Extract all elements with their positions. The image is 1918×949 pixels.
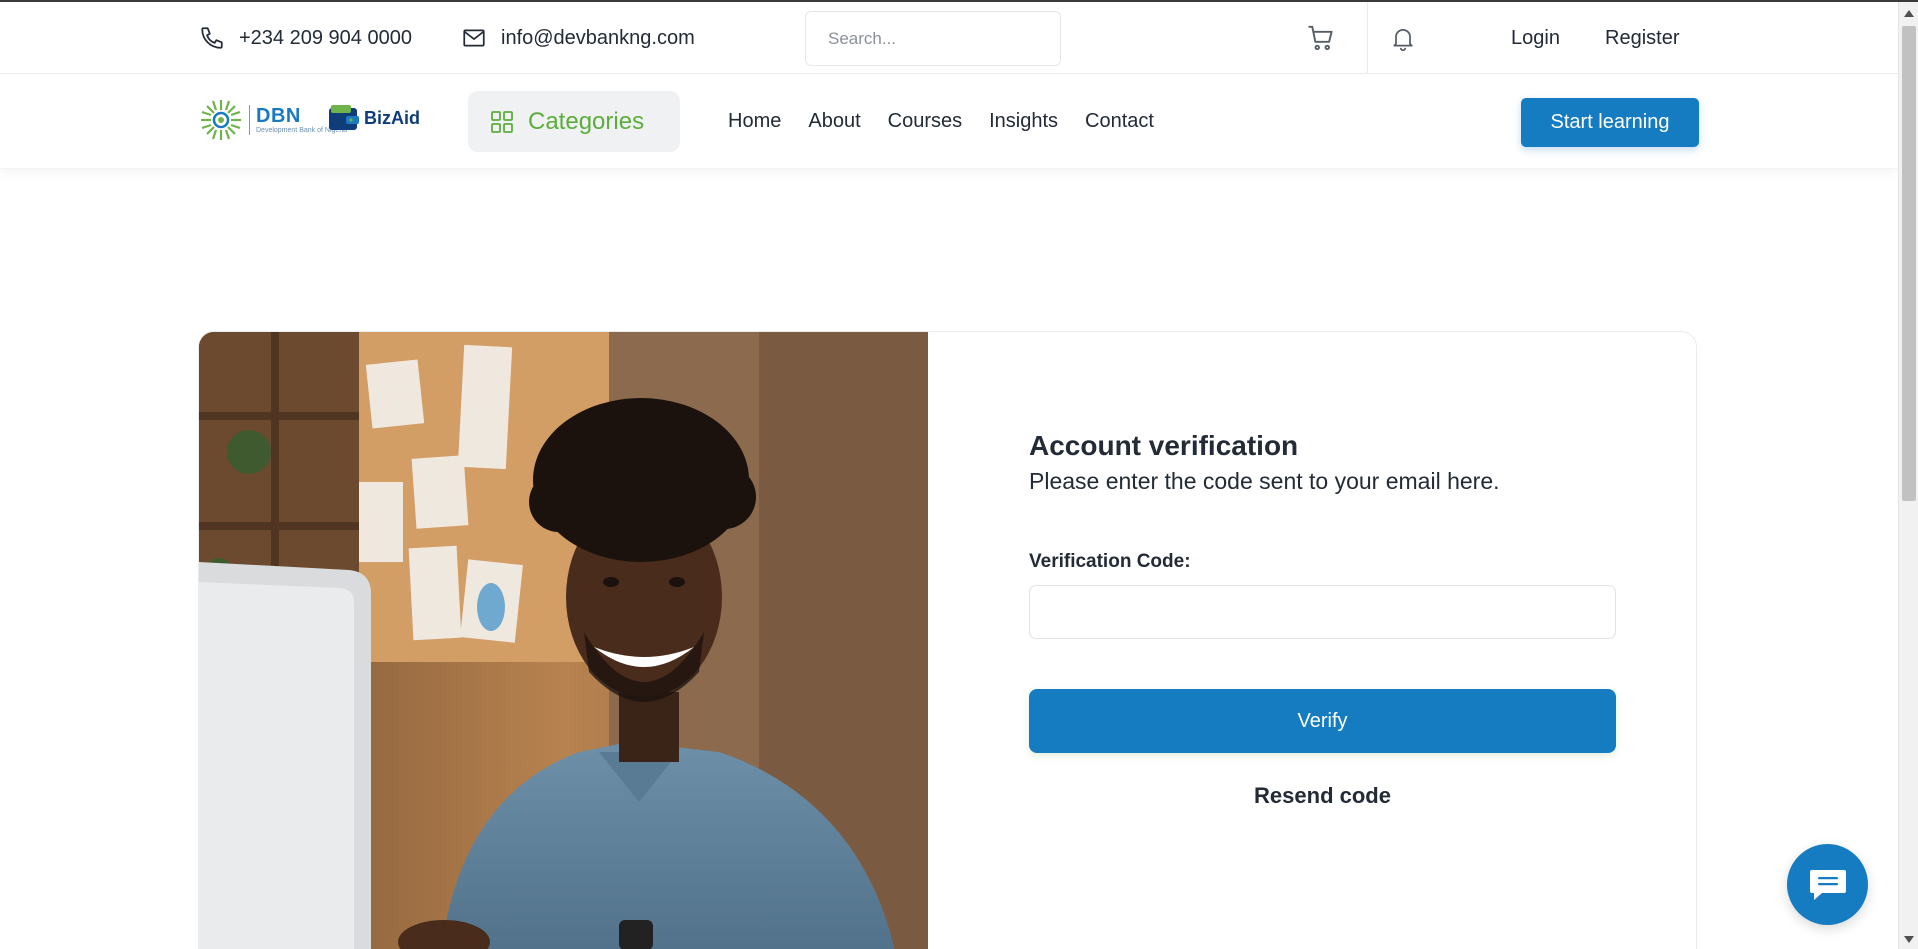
nav-contact[interactable]: Contact: [1085, 110, 1154, 133]
verification-code-label: Verification Code:: [1029, 551, 1191, 572]
phone-contact[interactable]: +234 209 904 0000: [199, 2, 412, 74]
dbn-logo[interactable]: DBN Development Bank of Nigeria: [199, 98, 347, 142]
top-bar: +234 209 904 0000 info@devbankng.com Sea…: [0, 2, 1898, 74]
form-title: Account verification: [1029, 430, 1299, 461]
resend-code-link[interactable]: Resend code: [1029, 783, 1616, 809]
cart-icon: [1308, 25, 1333, 51]
phone-number: +234 209 904 0000: [239, 26, 412, 49]
login-link[interactable]: Login: [1511, 2, 1560, 74]
categories-label: Categories: [528, 107, 645, 135]
mail-icon: [463, 29, 485, 47]
register-link[interactable]: Register: [1605, 2, 1679, 74]
verification-code-input[interactable]: [1029, 585, 1616, 639]
bizaid-logo-text: BizAid: [364, 107, 420, 128]
categories-button[interactable]: Categories: [468, 91, 680, 152]
nav-home[interactable]: Home: [728, 110, 781, 133]
notifications-button[interactable]: [1385, 20, 1421, 56]
nav-insights[interactable]: Insights: [989, 110, 1058, 133]
form-subtitle: Please enter the code sent to your email…: [1029, 468, 1500, 494]
grid-icon: [491, 110, 513, 133]
search-box: [805, 11, 1061, 66]
chat-button[interactable]: [1787, 844, 1868, 925]
nav-about[interactable]: About: [808, 110, 860, 133]
nav-courses[interactable]: Courses: [888, 110, 962, 133]
cart-button[interactable]: [1303, 20, 1339, 56]
main-nav: DBN Development Bank of Nigeria BizAid C…: [0, 74, 1898, 169]
smiling-man-at-computer-illustration: [199, 332, 928, 949]
bizaid-logo[interactable]: BizAid: [328, 104, 420, 132]
scroll-down-arrow-icon[interactable]: [1899, 932, 1918, 946]
wallet-icon: [329, 105, 359, 130]
scroll-thumb[interactable]: [1902, 26, 1916, 501]
verify-button[interactable]: Verify: [1029, 689, 1616, 753]
scroll-up-arrow-icon[interactable]: [1899, 6, 1918, 20]
bell-icon: [1393, 28, 1413, 52]
verification-card: Account verification Please enter the co…: [198, 331, 1697, 949]
start-learning-button[interactable]: Start learning: [1521, 98, 1699, 147]
phone-icon: [201, 27, 223, 49]
search-input[interactable]: [828, 28, 1049, 49]
topbar-divider: [1367, 2, 1368, 74]
page-scrollbar[interactable]: [1898, 2, 1918, 949]
chat-icon: [1809, 869, 1846, 900]
nav-links: Home About Courses Insights Contact: [728, 74, 1154, 169]
dbn-sunburst-icon: [201, 100, 241, 140]
hero-photo: [199, 332, 928, 949]
page: +234 209 904 0000 info@devbankng.com Sea…: [0, 0, 1918, 949]
email-contact[interactable]: info@devbankng.com: [461, 2, 695, 74]
email-address: info@devbankng.com: [501, 26, 695, 49]
